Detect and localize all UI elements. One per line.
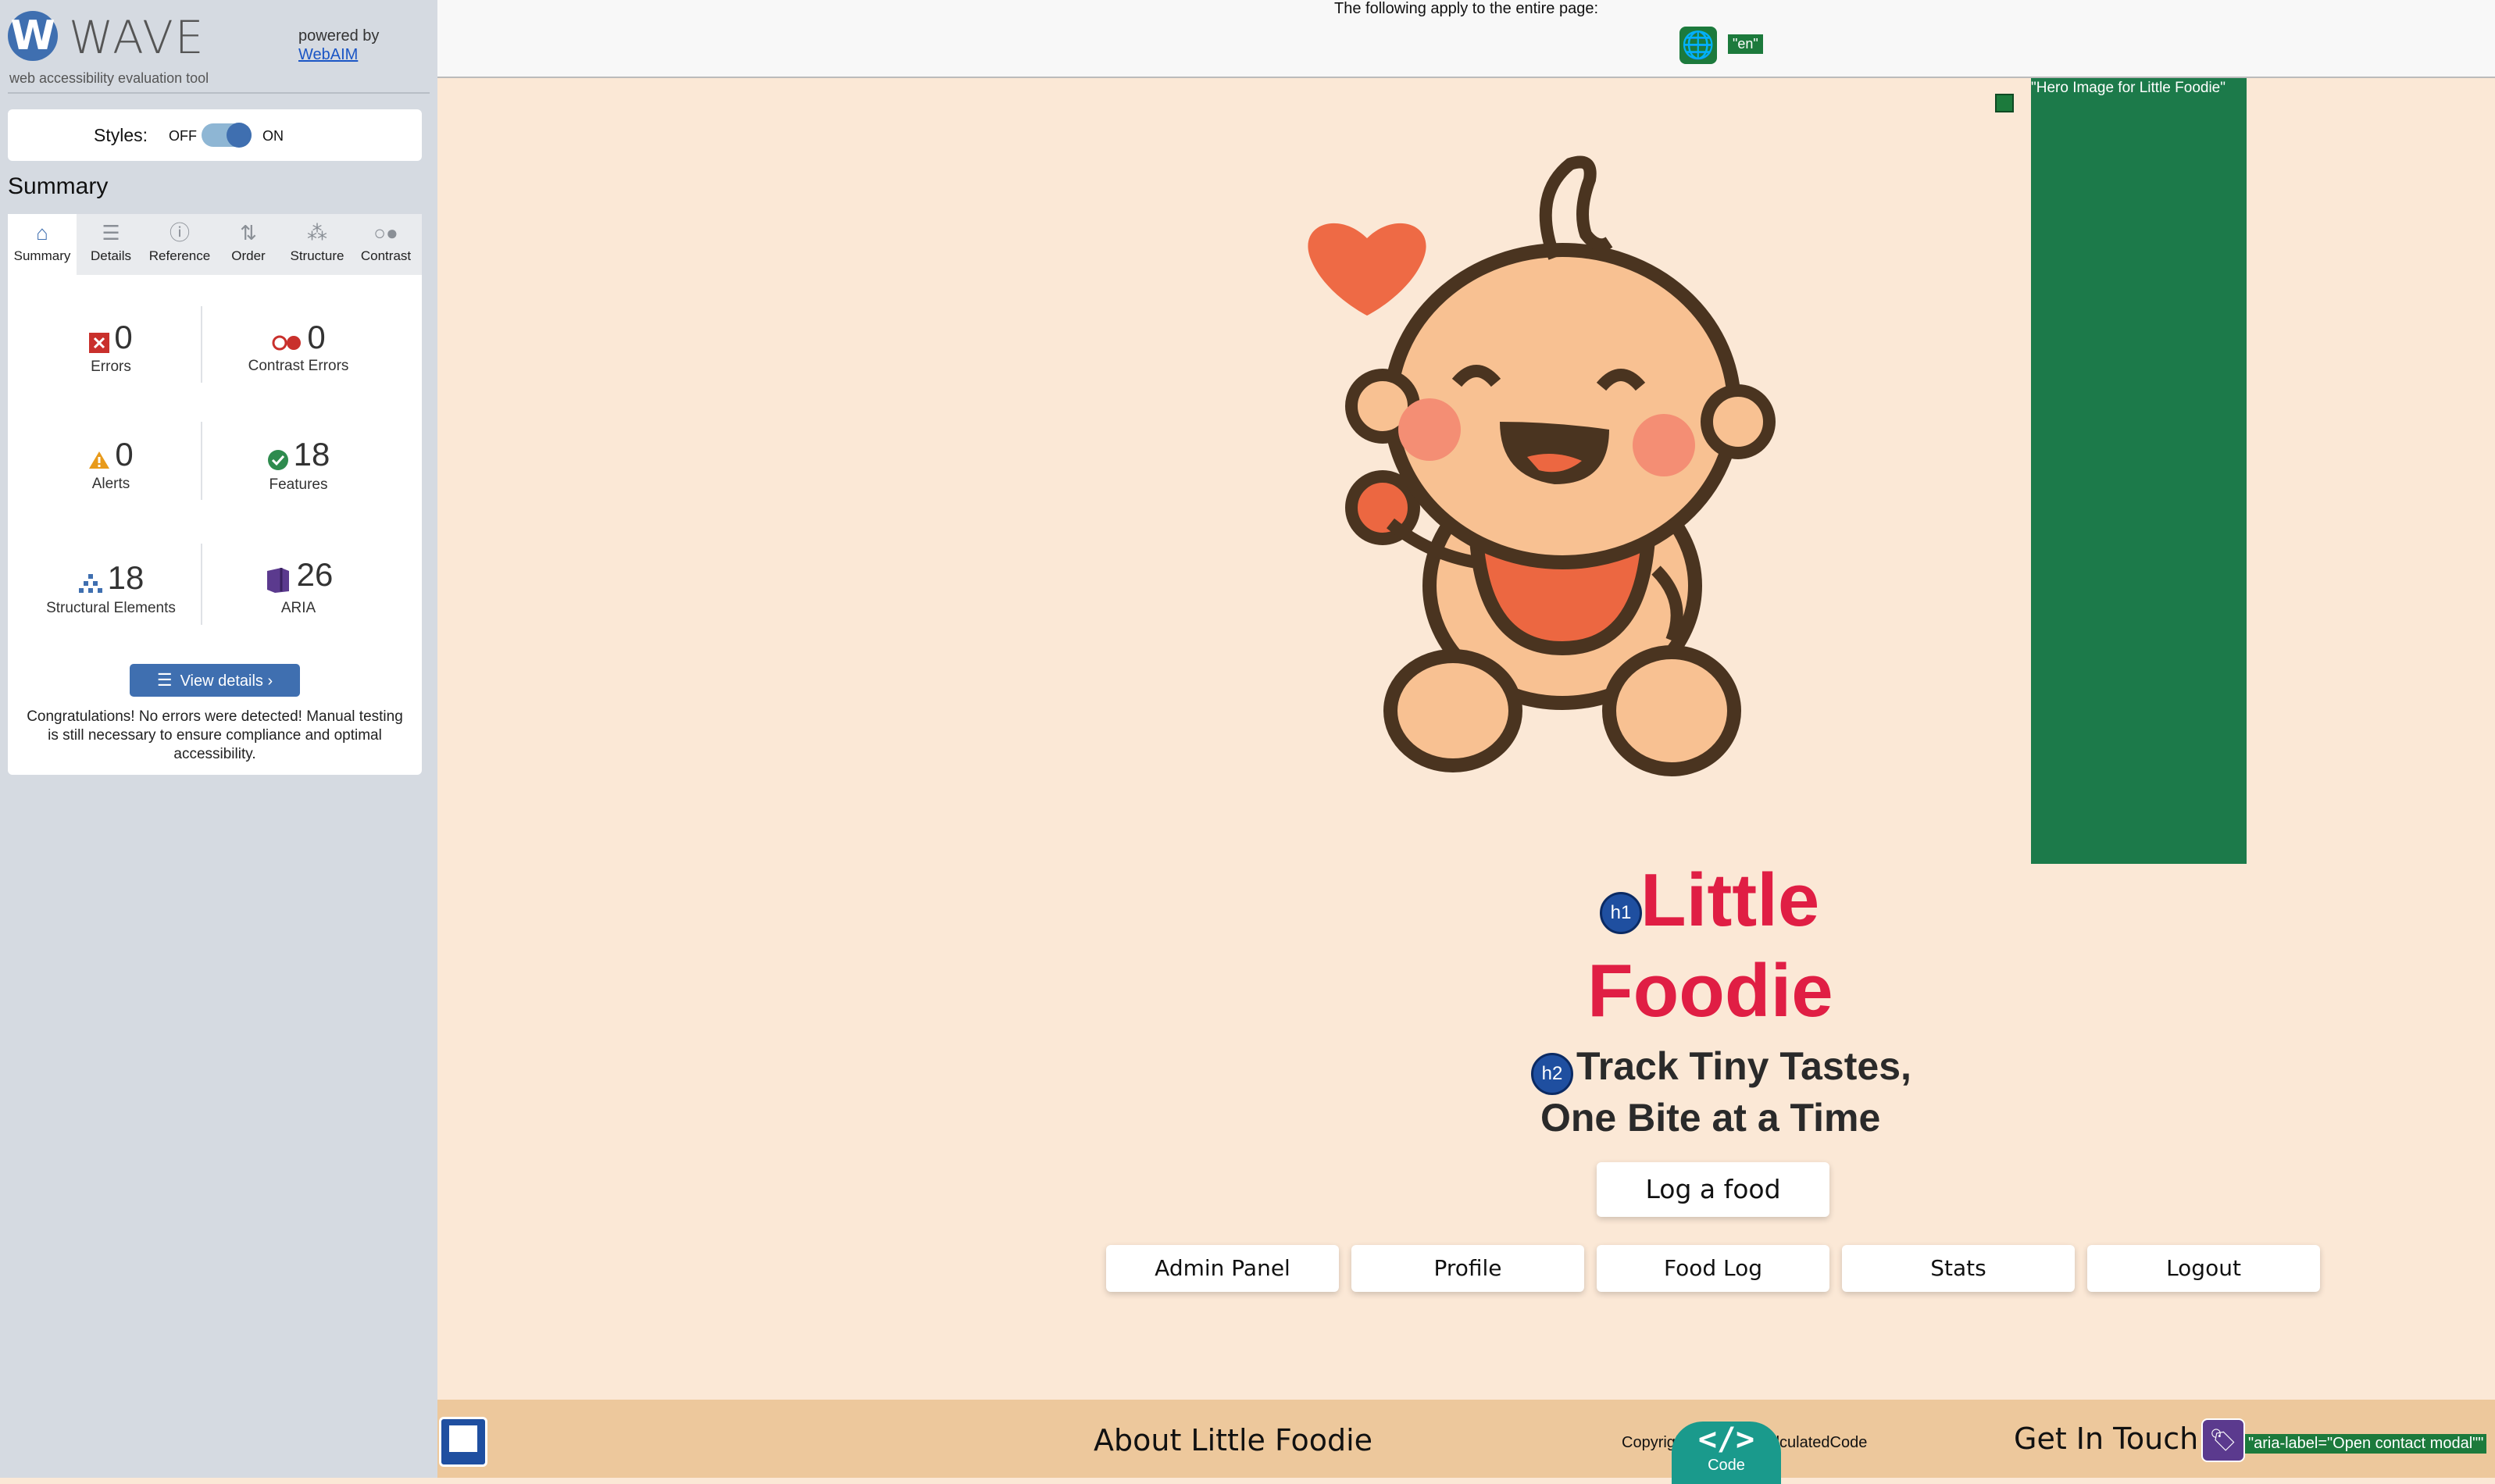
divider	[201, 306, 202, 383]
nav-admin-panel[interactable]: Admin Panel	[1106, 1245, 1339, 1292]
webaim-link[interactable]: WebAIM	[298, 46, 358, 63]
styles-label: Styles:	[94, 125, 148, 145]
tab-label: Structure	[290, 248, 344, 263]
copyright-suffix: lculatedCode	[1776, 1434, 1868, 1451]
features-count: 18	[293, 436, 330, 473]
structural-count: 18	[107, 559, 145, 596]
errors-label: Errors	[91, 359, 131, 376]
contrast-icon: ○●	[373, 221, 398, 244]
powered-by: powered by WebAIM	[298, 27, 379, 64]
page-subtitle-line2: One Bite at a Time	[1540, 1096, 1881, 1140]
styles-on-label: ON	[262, 128, 284, 144]
page-title-line2: Foodie	[1587, 949, 1833, 1033]
log-food-button[interactable]: Log a food	[1597, 1162, 1829, 1217]
stat-features[interactable]: 18 Features	[212, 436, 384, 494]
alert-icon	[88, 450, 110, 474]
errors-count: 0	[114, 319, 133, 355]
tab-contrast[interactable]: ○● Contrast	[352, 214, 420, 275]
heart-icon	[1308, 223, 1426, 316]
divider	[201, 422, 202, 500]
feature-check-icon	[267, 449, 289, 475]
apply-text: The following apply to the entire page:	[1334, 0, 1598, 17]
page-title-line1: Little	[1640, 858, 1820, 942]
footer-about-heading: About Little Foodie	[1094, 1423, 1373, 1457]
alerts-count: 0	[115, 436, 134, 473]
tab-label: Reference	[148, 248, 211, 263]
structure-icon: ⁂	[307, 221, 327, 244]
nav-stats[interactable]: Stats	[1842, 1245, 2075, 1292]
nav-food-log[interactable]: Food Log	[1597, 1245, 1829, 1292]
stat-errors[interactable]: 0 Errors	[25, 319, 197, 376]
code-label: Code	[1708, 1457, 1745, 1474]
code-button[interactable]: </> Code	[1672, 1422, 1781, 1484]
aria-icon	[264, 566, 292, 598]
contrast-error-icon	[271, 334, 302, 355]
toggle-knob	[227, 123, 252, 148]
tab-summary[interactable]: ⌂ Summary	[8, 214, 77, 275]
tab-label: Contrast	[360, 248, 412, 263]
page-subtitle-line1: Track Tiny Tastes,	[1576, 1044, 1911, 1088]
aria-count: 26	[296, 556, 334, 593]
stat-contrast-errors[interactable]: 0 Contrast Errors	[212, 319, 384, 375]
wave-title: WAVE	[69, 11, 205, 64]
stat-structural[interactable]: 18 Structural Elements	[25, 559, 197, 617]
error-icon	[89, 333, 110, 357]
divider	[8, 92, 430, 94]
info-icon: ⓘ	[169, 221, 190, 244]
structure-icon	[78, 573, 103, 598]
contrast-errors-label: Contrast Errors	[248, 358, 349, 374]
order-icon: ⇅	[240, 221, 257, 244]
wave-logo-icon: W	[8, 11, 58, 61]
structural-label: Structural Elements	[46, 600, 176, 617]
h1-badge[interactable]: h1	[1600, 892, 1642, 934]
tab-label: Summary	[13, 248, 71, 263]
wave-subtitle: web accessibility evaluation tool	[9, 70, 209, 86]
home-icon: ⌂	[36, 221, 48, 244]
h2-badge[interactable]: h2	[1531, 1053, 1573, 1095]
nav-logout[interactable]: Logout	[2087, 1245, 2320, 1292]
aria-label: ARIA	[280, 600, 316, 617]
list-icon: ☰	[156, 670, 173, 690]
baby-illustration	[1308, 155, 1776, 776]
footer-landmark-icon[interactable]	[439, 1417, 487, 1467]
styles-toggle[interactable]	[202, 123, 252, 148]
language-globe-icon[interactable]: 🌐	[1679, 27, 1717, 64]
view-details-button[interactable]: ☰ View details ›	[130, 664, 300, 697]
stat-aria[interactable]: 26 ARIA	[212, 556, 384, 617]
code-icon: </>	[1697, 1422, 1755, 1457]
summary-heading: Summary	[8, 173, 109, 199]
hero-image-alt-label: "Hero Image for Little Foodie"	[2031, 80, 2226, 97]
powered-by-label: powered by	[298, 27, 380, 45]
list-icon: ☰	[102, 221, 120, 244]
wave-tabs: ⌂ Summary ☰ Details ⓘ Reference ⇅ Order …	[8, 214, 422, 275]
congrats-message: Congratulations! No errors were detected…	[27, 708, 403, 762]
get-in-touch-link[interactable]: Get In Touch	[2014, 1422, 2198, 1456]
aria-label-tag: "aria-label="Open contact modal""	[2245, 1434, 2487, 1454]
aria-tag-icon[interactable]: 🏷	[2201, 1418, 2245, 1462]
contrast-errors-count: 0	[307, 319, 326, 355]
tab-label: Order	[231, 248, 266, 263]
hero-image-placeholder	[2031, 78, 2247, 864]
stat-alerts[interactable]: 0 Alerts	[25, 436, 197, 493]
tab-reference[interactable]: ⓘ Reference	[145, 214, 214, 275]
nav-profile[interactable]: Profile	[1351, 1245, 1584, 1292]
tab-details[interactable]: ☰ Details	[77, 214, 145, 275]
language-tag: "en"	[1728, 34, 1763, 54]
alerts-label: Alerts	[91, 476, 130, 493]
tab-structure[interactable]: ⁂ Structure	[283, 214, 352, 275]
view-details-label: View details ›	[180, 672, 273, 690]
image-icon[interactable]	[1995, 94, 2014, 112]
divider	[201, 544, 202, 625]
tab-label: Details	[91, 248, 131, 263]
styles-off-label: OFF	[169, 128, 197, 144]
tab-order[interactable]: ⇅ Order	[214, 214, 283, 275]
features-label: Features	[269, 476, 328, 494]
